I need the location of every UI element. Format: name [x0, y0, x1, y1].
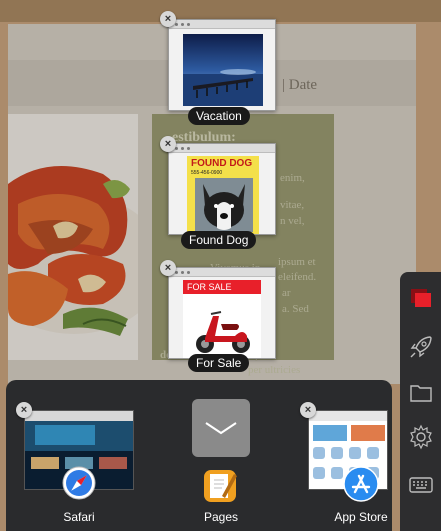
app-switcher-icon[interactable] — [408, 286, 434, 312]
chevron-down-icon — [205, 422, 237, 435]
for-sale-poster: FOR SALE — [183, 280, 261, 358]
found-dog-poster: FOUND DOG 555-456-0900 — [187, 156, 259, 234]
poster-phone: 555-456-0900 — [191, 170, 223, 176]
app-label-app-store: App Store — [334, 510, 388, 524]
safari-compass-icon[interactable] — [62, 466, 96, 500]
close-document-vacation-button[interactable]: × — [160, 11, 176, 27]
thumbnail-toolbar — [169, 144, 275, 153]
thumbnail-toolbar — [169, 20, 275, 29]
close-document-for-sale-button[interactable]: × — [160, 260, 176, 276]
close-app-safari-button[interactable]: × — [16, 402, 32, 418]
close-app-app-store-button[interactable]: × — [300, 402, 316, 418]
collapse-switcher-button[interactable] — [192, 399, 250, 457]
app-label-safari: Safari — [63, 510, 95, 524]
close-document-found-dog-button[interactable]: × — [160, 136, 176, 152]
dog-photo — [195, 178, 253, 232]
vacation-pier-photo — [183, 34, 263, 106]
keyboard-icon[interactable] — [408, 472, 434, 498]
document-thumbnail-vacation[interactable] — [168, 19, 276, 111]
gear-icon[interactable] — [408, 424, 434, 450]
thumbnail-toolbar — [169, 268, 275, 277]
app-store-icon[interactable] — [343, 466, 379, 502]
document-thumbnail-found-dog[interactable]: FOUND DOG 555-456-0900 — [168, 143, 276, 235]
scooter-photo — [196, 311, 250, 353]
document-label-found-dog: Found Dog — [181, 231, 257, 249]
pages-pen-icon[interactable] — [200, 466, 240, 504]
folder-icon[interactable] — [408, 380, 434, 406]
side-toolbar — [400, 272, 441, 531]
app-label-pages: Pages — [203, 510, 239, 524]
document-label-vacation: Vacation — [188, 107, 250, 125]
document-label-for-sale: For Sale — [188, 354, 250, 372]
document-thumbnail-for-sale[interactable]: FOR SALE — [168, 267, 276, 359]
poster-title: FOUND DOG — [191, 158, 253, 169]
rocket-icon[interactable] — [408, 334, 434, 360]
poster-title: FOR SALE — [187, 282, 232, 292]
